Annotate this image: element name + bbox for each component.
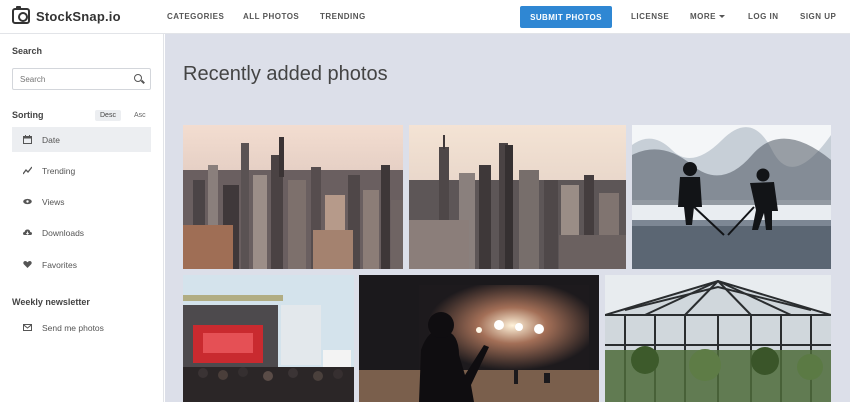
sort-item-views[interactable]: Views	[12, 189, 151, 214]
sidebar: Search Sorting Desc Asc Date Trending Vi…	[0, 34, 164, 402]
nav-more[interactable]: MORE	[690, 12, 725, 21]
sort-item-favorites[interactable]: Favorites	[12, 252, 151, 277]
nav-trending[interactable]: TRENDING	[320, 12, 366, 21]
nav-login[interactable]: LOG IN	[748, 12, 779, 21]
sort-item-label: Date	[42, 134, 60, 145]
newsletter-label: Send me photos	[42, 322, 104, 333]
top-navbar: StockSnap.io CATEGORIES ALL PHOTOS TREND…	[0, 0, 850, 34]
page-title: Recently added photos	[183, 63, 388, 85]
photo-city-skyline-2[interactable]	[409, 125, 626, 269]
sort-item-label: Downloads	[42, 227, 85, 238]
heart-icon	[23, 260, 32, 269]
nav-more-label: MORE	[690, 12, 716, 21]
sort-item-label: Trending	[42, 165, 76, 176]
photo-ice-hockey[interactable]	[632, 125, 831, 269]
sort-asc-toggle[interactable]: Asc	[129, 110, 151, 121]
sort-item-trending[interactable]: Trending	[12, 158, 151, 183]
newsletter-heading: Weekly newsletter	[12, 297, 90, 307]
newsletter-send-me-photos[interactable]: Send me photos	[12, 315, 151, 340]
nav-license[interactable]: LICENSE	[631, 12, 669, 21]
camera-icon	[12, 6, 30, 24]
photo-city-skyline-1[interactable]	[183, 125, 403, 269]
main-content: Recently added photos	[165, 34, 850, 402]
cloud-download-icon	[23, 228, 32, 237]
search-heading: Search	[12, 46, 43, 56]
sorting-heading: Sorting	[12, 110, 44, 120]
photo-glass-conservatory[interactable]	[605, 275, 831, 402]
nav-signup[interactable]: SIGN UP	[800, 12, 836, 21]
search-icon[interactable]	[134, 74, 142, 82]
sort-item-label: Views	[42, 196, 65, 207]
nav-all-photos[interactable]: ALL PHOTOS	[243, 12, 299, 21]
sort-item-label: Favorites	[42, 259, 77, 270]
photo-outdoor-concert[interactable]	[183, 275, 354, 402]
logo-text: StockSnap.io	[36, 8, 121, 24]
sort-item-downloads[interactable]: Downloads	[12, 220, 151, 245]
site-logo[interactable]: StockSnap.io	[12, 6, 121, 24]
search-field	[12, 68, 151, 90]
nav-categories[interactable]: CATEGORIES	[167, 12, 224, 21]
calendar-icon	[23, 135, 32, 144]
photo-concert-silhouette[interactable]	[359, 275, 599, 402]
trending-icon	[23, 166, 32, 175]
caret-down-icon	[719, 15, 725, 19]
envelope-icon	[23, 323, 32, 332]
sort-desc-toggle[interactable]: Desc	[95, 110, 121, 121]
search-input[interactable]	[13, 69, 123, 90]
sort-item-date[interactable]: Date	[12, 127, 151, 152]
submit-photos-button[interactable]: SUBMIT PHOTOS	[520, 6, 612, 28]
eye-icon	[23, 197, 32, 206]
